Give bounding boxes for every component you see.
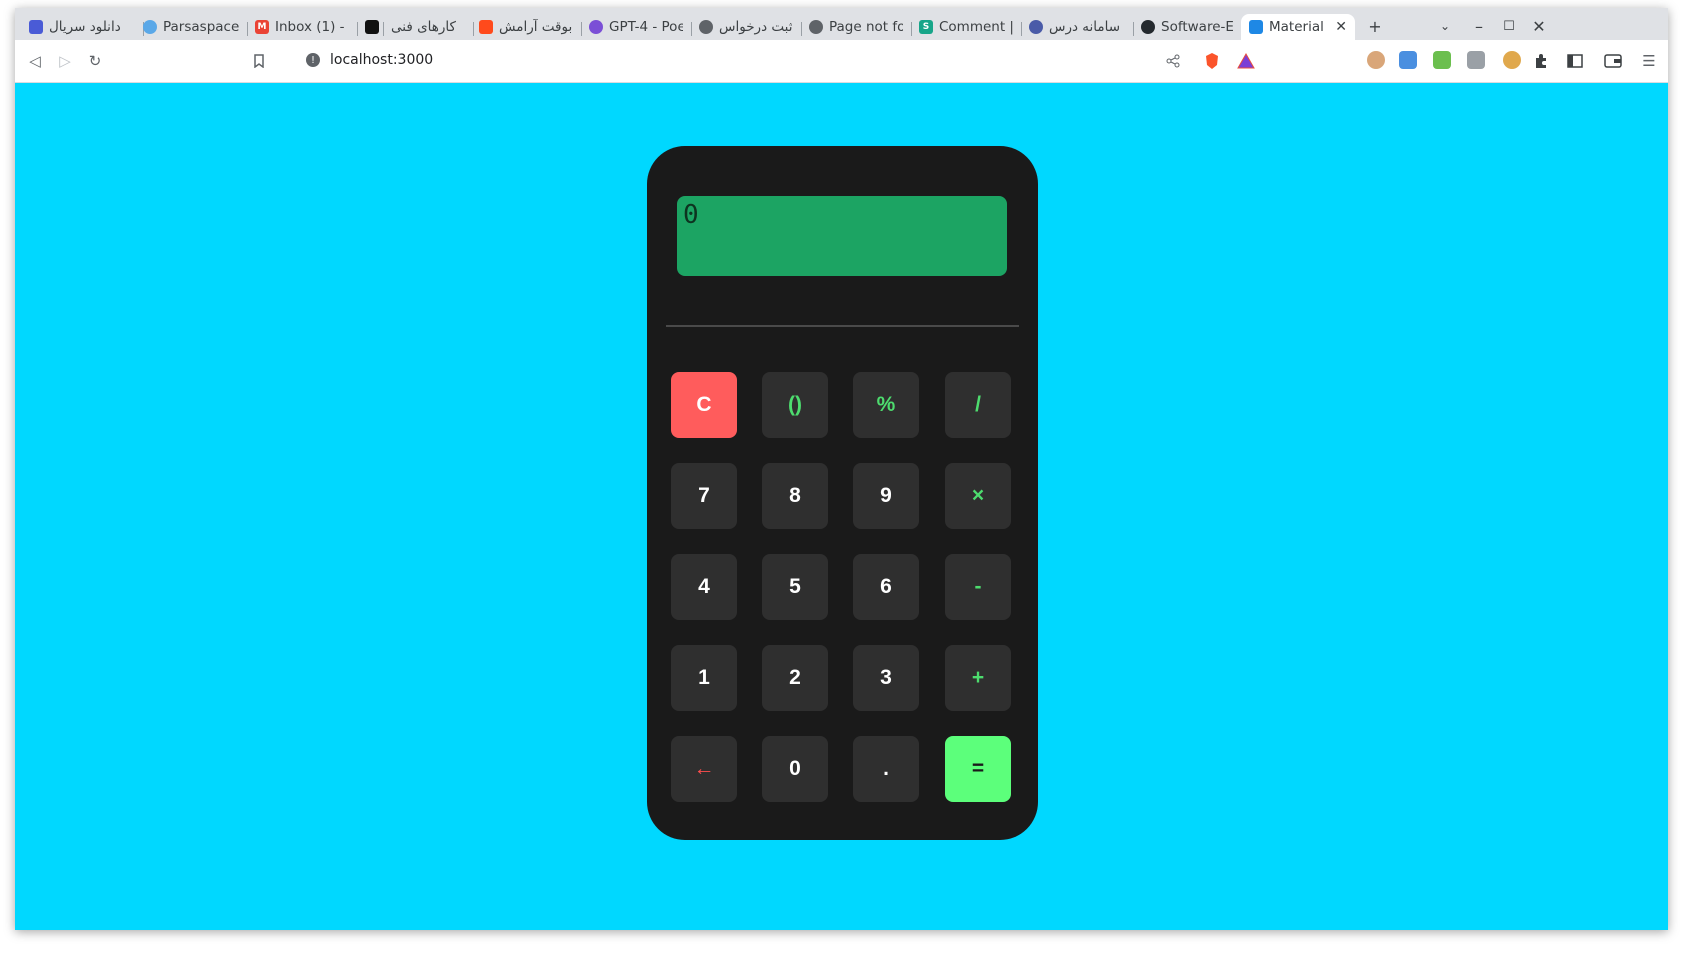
clear-button[interactable]: C bbox=[671, 372, 737, 438]
tab-label: Material bbox=[1269, 19, 1324, 35]
globe-icon bbox=[809, 20, 823, 34]
browser-toolbar: ◁ ▷ ↻ ! localhost:3000 ☰ bbox=[15, 40, 1668, 83]
tab-label: بوقت آرامش bbox=[499, 19, 573, 35]
digit-0-button[interactable]: 0 bbox=[762, 736, 828, 802]
tab-label: Page not fo bbox=[829, 19, 903, 35]
backspace-button[interactable]: ← bbox=[671, 736, 737, 802]
digit-3-button[interactable]: 3 bbox=[853, 645, 919, 711]
tab-label: Comment | S bbox=[939, 19, 1013, 35]
tab-label: Inbox (1) - ta bbox=[275, 19, 349, 35]
digit-1-button[interactable]: 1 bbox=[671, 645, 737, 711]
tab-poe-gpt4[interactable]: GPT-4 - Poe bbox=[581, 14, 691, 40]
address-bar[interactable]: ! localhost:3000 bbox=[298, 46, 1273, 76]
mdb-icon bbox=[1249, 20, 1263, 34]
cloud-icon bbox=[143, 20, 157, 34]
tab-label: کارهای فنی bbox=[391, 19, 456, 35]
tab-technical-tasks[interactable]: کارهای فنی bbox=[383, 14, 473, 40]
minimize-icon[interactable]: – bbox=[1467, 14, 1491, 38]
close-window-icon[interactable]: ✕ bbox=[1527, 14, 1551, 38]
maximize-icon[interactable]: ☐ bbox=[1497, 14, 1521, 38]
menu-icon[interactable]: ☰ bbox=[1637, 49, 1661, 73]
new-tab-button[interactable]: + bbox=[1363, 14, 1387, 38]
divide-button[interactable]: / bbox=[945, 372, 1011, 438]
bookmark-icon[interactable] bbox=[247, 49, 271, 73]
back-icon[interactable]: ◁ bbox=[23, 49, 47, 73]
tab-page-not-found[interactable]: Page not fo bbox=[801, 14, 911, 40]
digit-9-button[interactable]: 9 bbox=[853, 463, 919, 529]
display-value: 0 bbox=[683, 200, 699, 230]
extension-gray-icon[interactable] bbox=[1467, 51, 1485, 69]
percent-button[interactable]: % bbox=[853, 372, 919, 438]
tab-course-system[interactable]: سامانه درس bbox=[1021, 14, 1133, 40]
extension-screenshot-icon[interactable] bbox=[1399, 51, 1417, 69]
site-favicon-icon bbox=[29, 20, 43, 34]
equals-button[interactable]: = bbox=[945, 736, 1011, 802]
calculator-display: 0 bbox=[677, 196, 1007, 276]
forward-icon[interactable]: ▷ bbox=[53, 49, 77, 73]
share-icon[interactable] bbox=[1161, 49, 1185, 73]
tab-label: Parsaspace bbox=[163, 19, 239, 35]
tab-label: GPT-4 - Poe bbox=[609, 19, 683, 35]
globe-icon bbox=[699, 20, 713, 34]
subtract-button[interactable]: - bbox=[945, 554, 1011, 620]
extensions-puzzle-icon[interactable] bbox=[1529, 49, 1553, 73]
multiply-button[interactable]: × bbox=[945, 463, 1011, 529]
divider bbox=[666, 325, 1019, 327]
site-favicon-icon: S bbox=[919, 20, 933, 34]
gmail-icon: M bbox=[255, 20, 269, 34]
site-info-icon[interactable]: ! bbox=[306, 53, 320, 67]
extension-avatar-icon[interactable] bbox=[1367, 51, 1385, 69]
brave-rewards-icon[interactable] bbox=[1234, 49, 1258, 73]
parentheses-button[interactable]: () bbox=[762, 372, 828, 438]
calculator: 0 C () % / 7 8 9 × 4 5 6 - 1 2 3 + ← 0 .… bbox=[647, 146, 1038, 840]
site-favicon-icon bbox=[1029, 20, 1043, 34]
wallet-icon[interactable] bbox=[1601, 49, 1625, 73]
digit-4-button[interactable]: 4 bbox=[671, 554, 737, 620]
brave-shields-icon[interactable] bbox=[1200, 49, 1224, 73]
add-button[interactable]: + bbox=[945, 645, 1011, 711]
decimal-button[interactable]: . bbox=[853, 736, 919, 802]
digit-8-button[interactable]: 8 bbox=[762, 463, 828, 529]
digit-6-button[interactable]: 6 bbox=[853, 554, 919, 620]
close-tab-icon[interactable]: ✕ bbox=[1335, 19, 1347, 35]
tab-label: دانلود سریال bbox=[49, 19, 121, 35]
digit-2-button[interactable]: 2 bbox=[762, 645, 828, 711]
tab-label: ثبت درخواس bbox=[719, 19, 793, 35]
url-text: localhost:3000 bbox=[330, 52, 434, 68]
digit-7-button[interactable]: 7 bbox=[671, 463, 737, 529]
tab-material-active[interactable]: Material ✕ bbox=[1241, 14, 1355, 40]
tab-request-form[interactable]: ثبت درخواس bbox=[691, 14, 801, 40]
tab-search-chevron-icon[interactable]: ⌄ bbox=[1433, 14, 1457, 38]
extension-coin-icon[interactable] bbox=[1503, 51, 1521, 69]
tab-comment[interactable]: S Comment | S bbox=[911, 14, 1021, 40]
github-icon bbox=[1141, 20, 1155, 34]
tab-parsaspace[interactable]: Parsaspace bbox=[135, 14, 247, 40]
tab-label: Software-En bbox=[1161, 19, 1233, 35]
reload-icon[interactable]: ↻ bbox=[83, 49, 107, 73]
tab-github-software-eng[interactable]: Software-En bbox=[1133, 14, 1241, 40]
tab-strip: دانلود سریال Parsaspace M Inbox (1) - ta… bbox=[15, 8, 1668, 40]
browser-window: دانلود سریال Parsaspace M Inbox (1) - ta… bbox=[15, 8, 1668, 930]
site-favicon-icon bbox=[365, 20, 379, 34]
extension-badge-icon[interactable] bbox=[1433, 51, 1451, 69]
tab-download-series[interactable]: دانلود سریال bbox=[21, 14, 143, 40]
sidebar-icon[interactable] bbox=[1563, 49, 1587, 73]
tab-time-calm[interactable]: بوقت آرامش bbox=[471, 14, 581, 40]
tab-gmail-inbox[interactable]: M Inbox (1) - ta bbox=[247, 14, 357, 40]
tab-label: سامانه درس bbox=[1049, 19, 1121, 35]
digit-5-button[interactable]: 5 bbox=[762, 554, 828, 620]
site-favicon-icon bbox=[479, 20, 493, 34]
poe-icon bbox=[589, 20, 603, 34]
